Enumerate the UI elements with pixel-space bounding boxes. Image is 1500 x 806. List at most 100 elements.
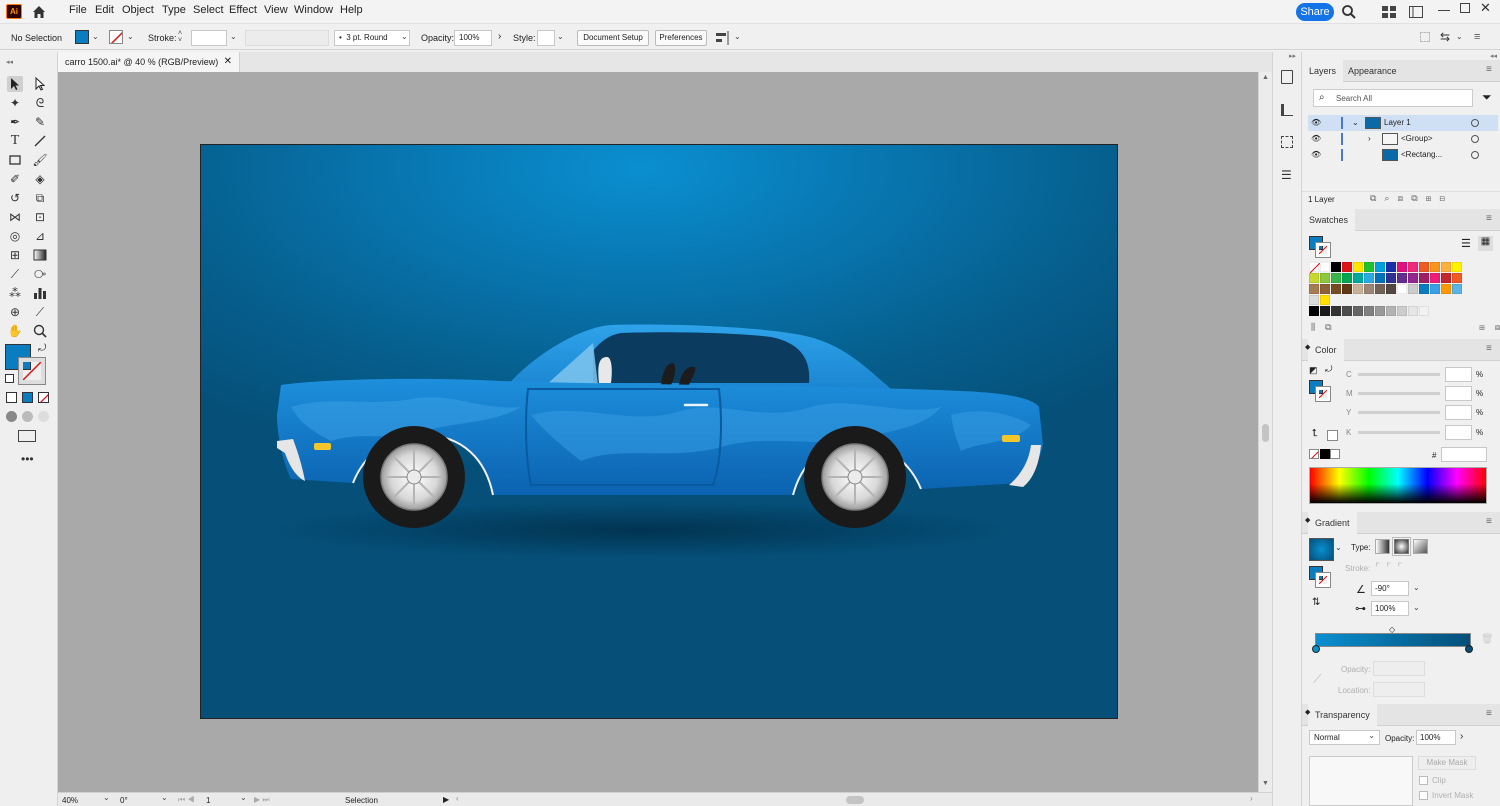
scroll-up-arrow-icon[interactable]: ▲: [1262, 74, 1269, 81]
draw-inside-icon[interactable]: [38, 411, 49, 422]
zoom-level[interactable]: 40%: [62, 796, 78, 805]
toolbar-collapse-icon[interactable]: ◂◂: [6, 58, 13, 66]
tab-transparency[interactable]: Transparency: [1308, 704, 1377, 726]
channel-c-field[interactable]: [1445, 367, 1472, 382]
color-swatch[interactable]: [1375, 284, 1385, 294]
color-swatch[interactable]: [1309, 284, 1319, 294]
menu-file[interactable]: File: [69, 4, 87, 16]
color-swatch[interactable]: [1430, 284, 1440, 294]
rectangle-tool-icon[interactable]: [7, 152, 23, 168]
color-swatch[interactable]: [1375, 273, 1385, 283]
layer-name[interactable]: <Rectang...: [1401, 147, 1442, 163]
align-options-icon[interactable]: [716, 31, 730, 45]
column-graph-tool-icon[interactable]: [32, 285, 48, 301]
horizontal-scroll-thumb[interactable]: [846, 796, 864, 804]
vertical-scrollbar[interactable]: ▲ ▼: [1258, 72, 1272, 792]
car-illustration[interactable]: [201, 145, 1119, 720]
channel-y-field[interactable]: [1445, 405, 1472, 420]
layer-row-group[interactable]: 👁 › <Group>: [1308, 131, 1498, 147]
zoom-chevron-icon[interactable]: ⌄: [103, 793, 110, 802]
color-swatch[interactable]: [1452, 273, 1462, 283]
color-swatch[interactable]: [1309, 306, 1319, 316]
color-swatch[interactable]: [1331, 284, 1341, 294]
menu-effect[interactable]: Effect: [229, 4, 257, 16]
color-swatch[interactable]: [1386, 262, 1396, 272]
swatches-stroke-icon[interactable]: [1315, 242, 1331, 258]
layer-target-icon[interactable]: [1471, 151, 1479, 159]
draw-behind-icon[interactable]: [22, 411, 33, 422]
color-swatch[interactable]: [1309, 273, 1319, 283]
gradient-stop-left[interactable]: [1312, 645, 1320, 653]
style-swatch[interactable]: [537, 30, 555, 46]
visibility-eye-icon[interactable]: 👁: [1311, 131, 1321, 147]
gradient-aspect-field[interactable]: 100%: [1371, 601, 1409, 616]
rotation-value[interactable]: 0°: [120, 796, 128, 805]
expand-chevron-icon[interactable]: ›: [1368, 131, 1371, 147]
freeform-gradient-type-icon[interactable]: [1413, 539, 1428, 554]
swatches-footer-icons[interactable]: ⫼⧉ ⊞⧈▭⊞⊟: [1311, 322, 1500, 333]
color-swatch[interactable]: [1430, 262, 1440, 272]
gradient-slider[interactable]: [1315, 633, 1471, 647]
artboard-chevron-icon[interactable]: ⌄: [240, 793, 247, 802]
properties-panel-icon[interactable]: [1281, 104, 1293, 116]
color-panel-menu-icon[interactable]: ≡: [1486, 343, 1492, 354]
curvature-tool-icon[interactable]: ✎: [32, 114, 48, 130]
stroke-swatch-none[interactable]: [109, 30, 123, 44]
minimize-icon[interactable]: [1438, 3, 1450, 11]
control-bar-menu-icon[interactable]: ≡: [1474, 31, 1480, 43]
radial-gradient-type-icon[interactable]: [1392, 537, 1411, 556]
swatch-grid[interactable]: [1309, 262, 1489, 320]
status-menu-arrow-icon[interactable]: ▶: [443, 795, 449, 804]
line-segment-tool-icon[interactable]: [32, 133, 48, 149]
color-swatch[interactable]: [1342, 262, 1352, 272]
gradient-panel-menu-icon[interactable]: ≡: [1486, 516, 1492, 527]
gradient-location-field[interactable]: [1373, 682, 1425, 697]
color-swatch[interactable]: [1342, 273, 1352, 283]
tab-appearance[interactable]: Appearance: [1341, 60, 1404, 82]
layer-row-layer1[interactable]: 👁 ⌄ Layer 1: [1308, 115, 1498, 131]
invert-mask-checkbox[interactable]: [1419, 791, 1428, 800]
style-chevron-icon[interactable]: ⌄: [557, 32, 564, 41]
close-window-icon[interactable]: ✕: [1480, 0, 1491, 16]
home-icon[interactable]: [31, 4, 47, 20]
strip-expand-icon[interactable]: ▸▸: [1289, 52, 1296, 60]
color-swatch[interactable]: [1353, 306, 1363, 316]
menu-object[interactable]: Object: [122, 4, 154, 16]
channel-k-slider[interactable]: [1358, 431, 1440, 434]
opacity-field[interactable]: 100%: [454, 30, 492, 46]
tab-gradient[interactable]: Gradient: [1308, 512, 1357, 534]
color-swatch[interactable]: [1364, 273, 1374, 283]
color-swatch[interactable]: [1397, 284, 1407, 294]
delete-stop-icon[interactable]: 🗑: [1481, 634, 1494, 645]
workspace-switcher-icon[interactable]: [1409, 6, 1423, 18]
gradient-stroke-box[interactable]: [1315, 572, 1331, 588]
blend-tool-icon[interactable]: ⧂: [32, 266, 48, 282]
next-artboard-icon[interactable]: ▶ ⏭: [254, 795, 270, 805]
color-swatch[interactable]: [1386, 284, 1396, 294]
color-swatch[interactable]: [1397, 273, 1407, 283]
layers-footer-icons[interactable]: ⧉⌕⧈⧉⊞⊟: [1370, 193, 1453, 204]
scale-tool-icon[interactable]: ⧉: [32, 190, 48, 206]
tab-swatches[interactable]: Swatches: [1302, 209, 1356, 231]
color-panel-collapse-icon[interactable]: ◆: [1305, 343, 1310, 351]
color-swatch[interactable]: [1320, 306, 1330, 316]
opacity-mask-thumbnail[interactable]: [1309, 756, 1413, 806]
search-icon[interactable]: [1341, 4, 1357, 20]
expand-chevron-icon[interactable]: ⌄: [1352, 115, 1359, 131]
menu-select[interactable]: Select: [193, 4, 224, 16]
type-tool-icon[interactable]: T: [7, 133, 23, 149]
swap-fill-stroke-icon[interactable]: ⤾: [38, 343, 46, 354]
gradient-panel-collapse-icon[interactable]: ◆: [1305, 516, 1310, 524]
color-swatch[interactable]: [1320, 262, 1330, 272]
color-swatch[interactable]: [1364, 306, 1374, 316]
color-swatch[interactable]: [1452, 262, 1462, 272]
document-info-icon[interactable]: [1281, 70, 1293, 84]
color-swatch[interactable]: [1419, 306, 1429, 316]
color-swatch[interactable]: [1331, 273, 1341, 283]
lasso-tool-icon[interactable]: ᘓ: [32, 95, 48, 111]
transform-options-icon[interactable]: ⇆: [1440, 30, 1450, 44]
scroll-left-arrow-icon[interactable]: ‹: [456, 794, 459, 803]
transform-panel-icon[interactable]: [1281, 136, 1293, 148]
make-mask-button[interactable]: Make Mask: [1418, 756, 1476, 770]
channel-y-slider[interactable]: [1358, 411, 1440, 414]
